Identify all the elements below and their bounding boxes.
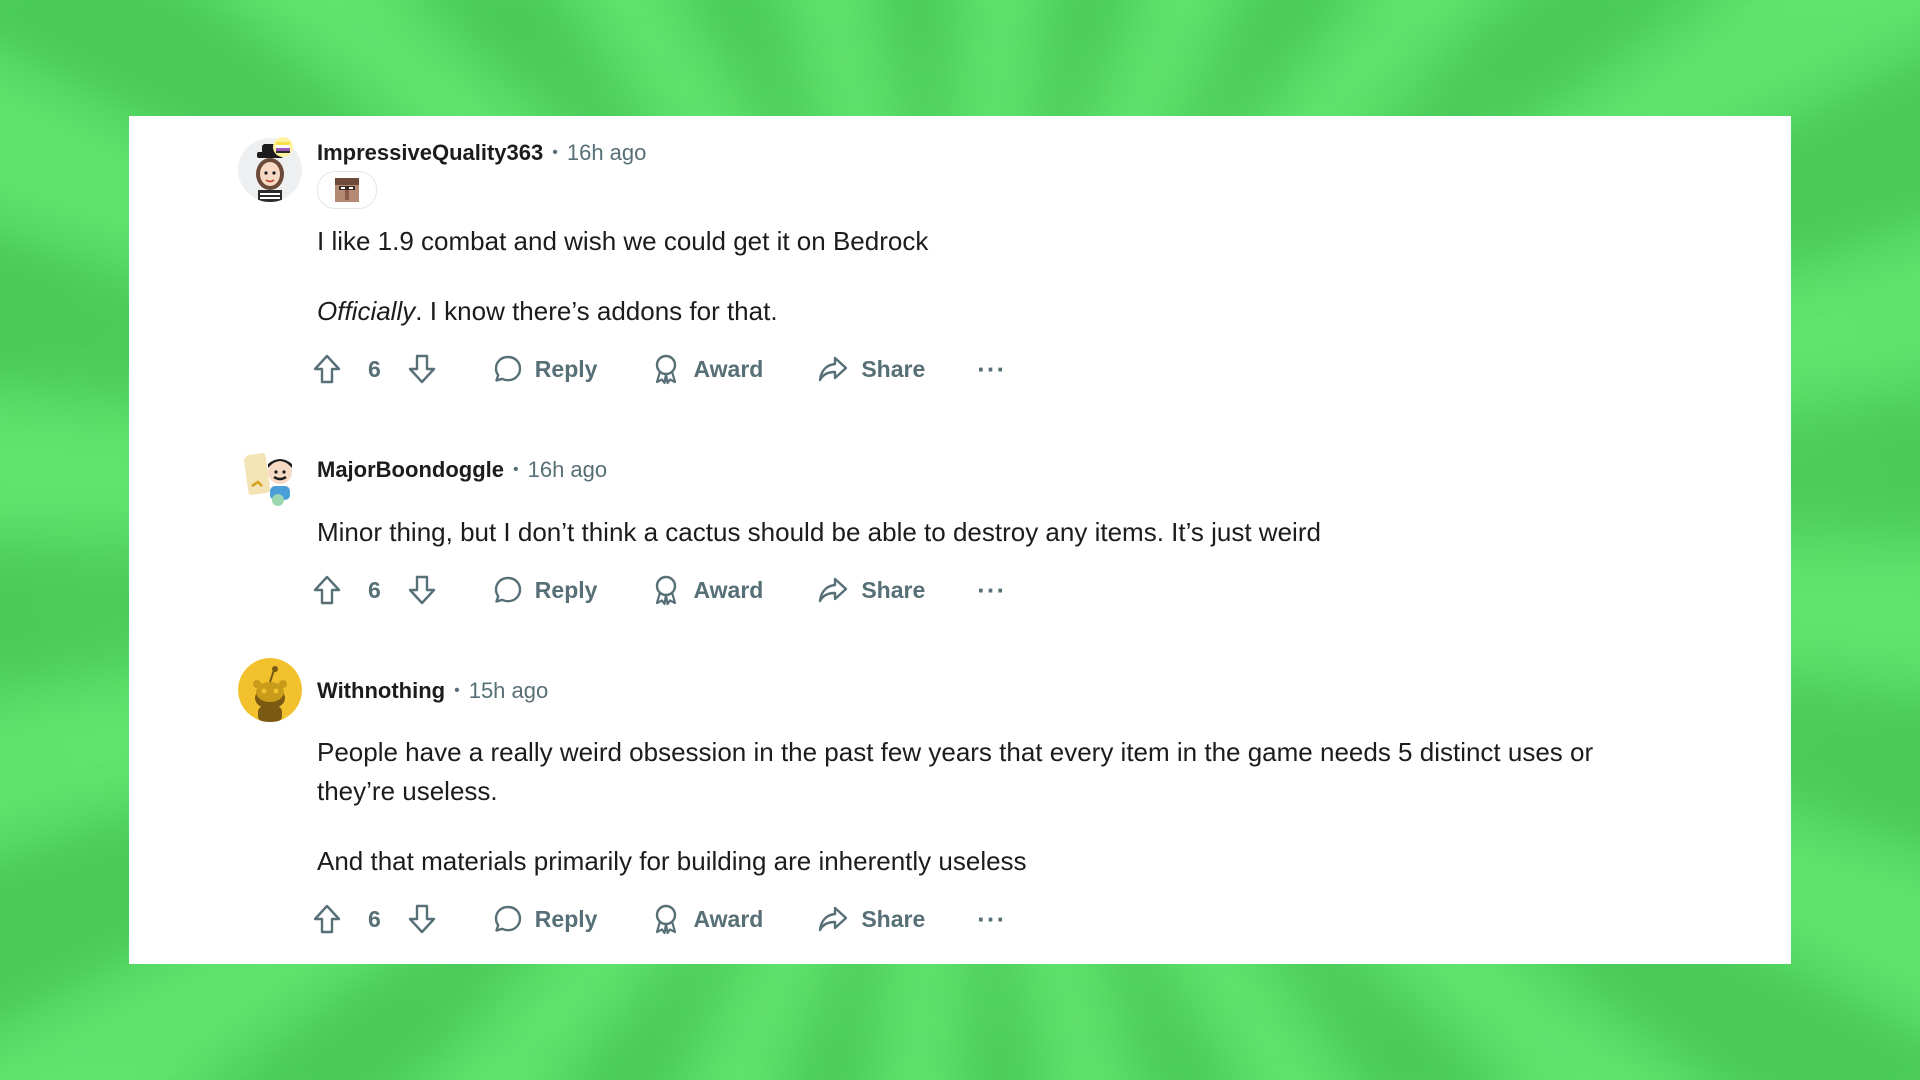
- reply-button[interactable]: Reply: [493, 354, 598, 384]
- vote-score: 6: [368, 905, 381, 932]
- share-label: Share: [861, 905, 926, 932]
- vote-score: 6: [368, 355, 381, 382]
- separator-dot: •: [512, 461, 519, 478]
- share-icon: [819, 906, 848, 932]
- comment-meta: ImpressiveQuality363 • 16h ago: [317, 137, 646, 169]
- comment-paragraph: People have a really weird obsession in …: [317, 737, 1594, 806]
- more-icon: ···: [977, 574, 1007, 605]
- comment-actions: 6 Reply Award Share ···: [312, 568, 1006, 612]
- reply-label: Reply: [534, 905, 598, 932]
- villager-flair-icon: [335, 178, 359, 202]
- timestamp[interactable]: 16h ago: [528, 457, 608, 483]
- share-button[interactable]: Share: [817, 904, 925, 934]
- comment-paragraph: Officially. I know there’s addons for th…: [317, 292, 1611, 331]
- share-label: Share: [861, 576, 926, 603]
- upvote-icon[interactable]: [312, 353, 342, 385]
- separator-dot: •: [454, 682, 460, 699]
- separator-dot: •: [552, 144, 558, 161]
- username[interactable]: MajorBoondoggle: [317, 457, 504, 483]
- comment-actions: 6 Reply Award Share ···: [312, 897, 1006, 941]
- timestamp[interactable]: 15h ago: [469, 678, 549, 704]
- award-button[interactable]: Award: [651, 574, 763, 606]
- reply-label: Reply: [534, 355, 598, 382]
- reply-icon: [494, 576, 521, 603]
- user-flair: [317, 171, 377, 209]
- share-icon: [819, 577, 848, 603]
- more-options-button[interactable]: ···: [977, 904, 1006, 935]
- award-label: Award: [693, 905, 764, 932]
- comment-meta: MajorBoondoggle • 16h ago: [317, 454, 607, 486]
- vote-controls: 6: [312, 574, 437, 606]
- share-button[interactable]: Share: [817, 575, 925, 605]
- reply-label: Reply: [534, 576, 598, 603]
- italic-text: Officially: [317, 296, 416, 326]
- award-button[interactable]: Award: [651, 353, 763, 385]
- award-label: Award: [693, 355, 764, 382]
- upvote-icon[interactable]: [312, 574, 342, 606]
- username[interactable]: Withnothing: [317, 678, 445, 704]
- more-options-button[interactable]: ···: [977, 575, 1006, 606]
- reply-icon: [494, 355, 521, 382]
- reply-button[interactable]: Reply: [493, 904, 598, 934]
- vote-score: 6: [368, 576, 381, 603]
- vote-controls: 6: [312, 353, 437, 385]
- downvote-icon[interactable]: [407, 353, 437, 385]
- award-icon: [656, 354, 677, 385]
- share-button[interactable]: Share: [817, 354, 925, 384]
- comment-body: People have a really weird obsession in …: [317, 733, 1611, 881]
- avatar[interactable]: [238, 446, 302, 510]
- comment-paragraph: Minor thing, but I don’t think a cactus …: [317, 517, 1321, 547]
- avatar[interactable]: [238, 658, 302, 722]
- award-button[interactable]: Award: [651, 903, 763, 935]
- comment-paragraph: And that materials primarily for buildin…: [317, 846, 1027, 876]
- comment-body: Minor thing, but I don’t think a cactus …: [317, 513, 1611, 552]
- award-label: Award: [693, 576, 764, 603]
- more-icon: ···: [977, 903, 1007, 934]
- upvote-icon[interactable]: [312, 903, 342, 935]
- comment-thread-card: ImpressiveQuality363 • 16h ago I like 1.…: [129, 116, 1791, 964]
- paragraph-text: . I know there’s addons for that.: [415, 296, 778, 326]
- comment-meta: Withnothing • 15h ago: [317, 675, 548, 707]
- vote-controls: 6: [312, 903, 437, 935]
- comment-paragraph: I like 1.9 combat and wish we could get …: [317, 226, 929, 256]
- award-icon: [656, 575, 677, 606]
- reply-button[interactable]: Reply: [493, 575, 598, 605]
- flag-badge-icon: [273, 137, 293, 157]
- share-label: Share: [861, 355, 926, 382]
- downvote-icon[interactable]: [407, 574, 437, 606]
- timestamp[interactable]: 16h ago: [567, 140, 647, 166]
- comment-actions: 6 Reply Award Share ···: [312, 347, 1006, 391]
- more-icon: ···: [977, 353, 1007, 384]
- award-icon: [656, 904, 677, 935]
- share-icon: [819, 356, 848, 382]
- comment-body: I like 1.9 combat and wish we could get …: [317, 222, 1611, 331]
- username[interactable]: ImpressiveQuality363: [317, 140, 543, 166]
- downvote-icon[interactable]: [407, 903, 437, 935]
- reply-icon: [494, 905, 521, 932]
- more-options-button[interactable]: ···: [977, 354, 1006, 385]
